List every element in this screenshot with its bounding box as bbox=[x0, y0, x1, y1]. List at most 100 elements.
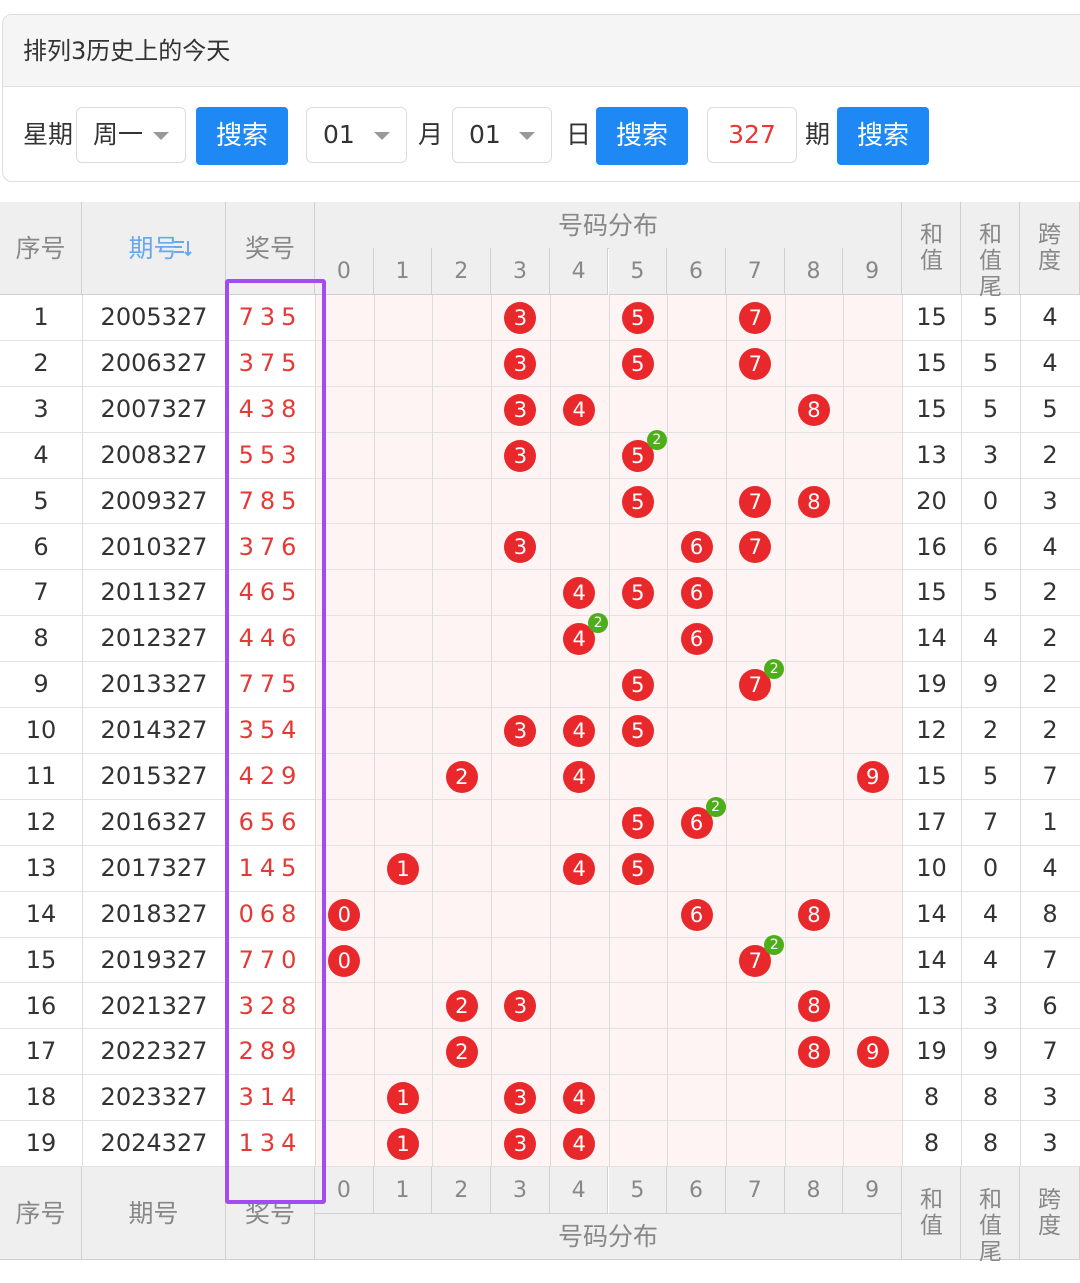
sort-icon[interactable] bbox=[172, 238, 192, 258]
month-value: 01 bbox=[323, 120, 355, 149]
col-distribution-header: 号码分布 bbox=[315, 1213, 902, 1261]
sum-tail-cell: 6 bbox=[982, 532, 999, 561]
table-row: 18 2023327 314 8 8 3 1 3 4 bbox=[0, 1075, 1080, 1122]
winning-number-cell: 314 bbox=[238, 1083, 303, 1112]
seq-cell: 10 bbox=[25, 716, 57, 745]
number-ball: 7 bbox=[739, 301, 772, 334]
digit-header: 1 bbox=[373, 1167, 433, 1215]
sum-tail-cell: 9 bbox=[982, 1037, 999, 1066]
sum-cell: 14 bbox=[916, 945, 947, 974]
table-row: 4 2008327 553 13 3 2 3 5 2 bbox=[0, 429, 1080, 479]
digit-header: 7 bbox=[725, 248, 785, 295]
sum-cell: 15 bbox=[916, 348, 947, 377]
number-ball: 3 bbox=[504, 1128, 537, 1161]
sum-tail-cell: 3 bbox=[982, 440, 999, 469]
issue-input[interactable]: 327 bbox=[707, 107, 797, 163]
seq-cell: 18 bbox=[25, 1083, 57, 1112]
search-weekday-button[interactable]: 搜索 bbox=[196, 107, 288, 165]
column-divider bbox=[432, 295, 433, 1168]
span-cell: 2 bbox=[1042, 716, 1058, 745]
digit-header: 8 bbox=[784, 1167, 844, 1215]
column-divider bbox=[667, 295, 668, 1168]
winning-number-cell: 375 bbox=[238, 348, 303, 377]
sum-tail-cell: 5 bbox=[982, 348, 999, 377]
number-ball: 6 bbox=[680, 577, 713, 610]
issue-cell: 2015327 bbox=[100, 762, 208, 790]
number-ball: 3 bbox=[504, 715, 537, 748]
col-distribution-header: 号码分布 bbox=[315, 202, 902, 249]
span-cell: 2 bbox=[1042, 624, 1058, 653]
number-ball: 5 bbox=[621, 669, 654, 702]
seq-cell: 1 bbox=[33, 303, 49, 331]
seq-cell: 15 bbox=[25, 945, 57, 974]
table-row: 7 2011327 465 15 5 2 4 5 6 bbox=[0, 570, 1080, 617]
sum-cell: 8 bbox=[923, 1083, 940, 1112]
weekday-label: 星期 bbox=[23, 120, 74, 149]
seq-cell: 6 bbox=[33, 532, 49, 561]
digit-header: 1 bbox=[373, 248, 433, 295]
span-cell: 3 bbox=[1042, 486, 1058, 515]
seq-cell: 5 bbox=[33, 486, 49, 515]
search-date-button[interactable]: 搜索 bbox=[596, 107, 688, 165]
column-divider bbox=[374, 295, 375, 1168]
digit-header: 5 bbox=[608, 248, 668, 295]
issue-cell: 2012327 bbox=[100, 624, 208, 653]
number-ball: 3 bbox=[504, 990, 537, 1023]
table-row: 6 2010327 376 16 6 4 3 6 7 bbox=[0, 525, 1080, 571]
issue-cell: 2009327 bbox=[100, 486, 208, 515]
number-ball: 5 bbox=[621, 577, 654, 610]
winning-number-cell: 354 bbox=[238, 716, 303, 745]
column-divider bbox=[491, 295, 492, 1168]
column-divider bbox=[843, 295, 844, 1168]
search-issue-button[interactable]: 搜索 bbox=[837, 107, 929, 165]
col-issue-header[interactable]: 期号 bbox=[82, 202, 226, 295]
issue-cell: 2024327 bbox=[100, 1129, 208, 1158]
number-ball: 1 bbox=[387, 1082, 420, 1115]
table-row: 17 2022327 289 19 9 7 2 8 9 bbox=[0, 1029, 1080, 1076]
sum-cell: 12 bbox=[916, 716, 947, 745]
repeat-count-badge: 2 bbox=[764, 934, 785, 955]
table-row: 10 2014327 354 12 2 2 3 4 5 bbox=[0, 708, 1080, 754]
table-row: 16 2021327 328 13 3 6 2 3 8 bbox=[0, 984, 1080, 1030]
span-cell: 4 bbox=[1042, 303, 1058, 331]
number-ball: 4 bbox=[563, 577, 596, 610]
column-divider bbox=[726, 295, 727, 1168]
search-form: 星期 周一 搜索 01 月 01 日 搜索 327 期 搜索 bbox=[3, 87, 1080, 182]
day-select[interactable]: 01 bbox=[452, 107, 552, 163]
seq-cell: 16 bbox=[25, 991, 57, 1020]
sum-cell: 17 bbox=[916, 807, 947, 836]
issue-cell: 2007327 bbox=[100, 394, 208, 423]
winning-number-cell: 770 bbox=[238, 945, 303, 974]
month-label: 月 bbox=[418, 120, 444, 149]
issue-cell: 2006327 bbox=[100, 348, 208, 377]
span-cell: 2 bbox=[1042, 578, 1058, 607]
search-card: 排列3历史上的今天 星期 周一 搜索 01 月 01 日 搜索 327 期 搜索 bbox=[2, 14, 1080, 182]
number-ball: 8 bbox=[797, 393, 830, 426]
number-ball: 7 bbox=[739, 347, 772, 380]
winning-number-cell: 465 bbox=[238, 578, 303, 607]
sum-cell: 19 bbox=[916, 1037, 947, 1066]
repeat-count-badge: 2 bbox=[764, 659, 785, 680]
column-divider bbox=[82, 295, 83, 1168]
number-ball: 4 bbox=[563, 715, 596, 748]
repeat-count-badge: 2 bbox=[705, 796, 726, 817]
weekday-select[interactable]: 周一 bbox=[76, 107, 186, 163]
issue-cell: 2016327 bbox=[100, 807, 208, 836]
table-row: 14 2018327 068 14 4 8 0 6 8 bbox=[0, 892, 1080, 938]
seq-cell: 12 bbox=[25, 807, 57, 836]
winning-number-cell: 775 bbox=[238, 670, 303, 699]
seq-cell: 17 bbox=[25, 1037, 57, 1066]
sum-cell: 10 bbox=[916, 853, 947, 882]
month-select[interactable]: 01 bbox=[306, 107, 407, 163]
column-divider bbox=[961, 295, 962, 1168]
history-table: 序号 期号 奖号 号码分布 0 1 2 3 4 5 6 7 8 9 和值 和值尾 跨度 1 2005327 735 15… bbox=[0, 202, 1080, 1265]
chevron-down-icon bbox=[519, 132, 535, 140]
sum-tail-cell: 5 bbox=[982, 394, 999, 423]
number-ball: 1 bbox=[387, 852, 420, 885]
col-sum-header: 和值 bbox=[902, 1167, 961, 1261]
issue-cell: 2014327 bbox=[100, 716, 208, 745]
number-ball: 5 bbox=[621, 485, 654, 518]
number-ball: 1 bbox=[387, 1128, 420, 1161]
number-ball: 5 bbox=[621, 715, 654, 748]
seq-cell: 4 bbox=[33, 440, 49, 469]
